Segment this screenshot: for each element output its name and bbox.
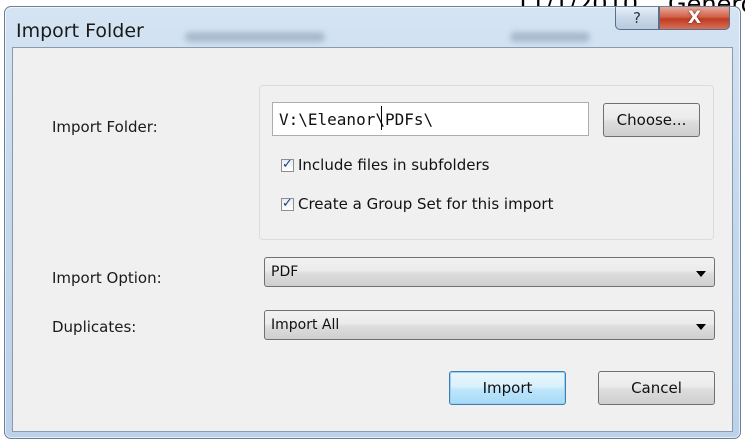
duplicates-label: Duplicates: xyxy=(52,318,137,336)
close-button[interactable]: X xyxy=(659,7,730,30)
import-folder-dialog: Import Folder ? X Import Folder: Choose.… xyxy=(4,6,741,439)
help-button[interactable]: ? xyxy=(615,7,659,30)
import-option-dropdown[interactable]: PDF xyxy=(264,257,715,287)
text-caret xyxy=(381,106,382,130)
chevron-down-icon xyxy=(696,271,706,277)
include-subfolders-row[interactable]: ✓ Include files in subfolders xyxy=(281,156,489,174)
duplicates-value: Import All xyxy=(271,317,340,333)
check-icon: ✓ xyxy=(282,156,293,172)
include-subfolders-label[interactable]: Include files in subfolders xyxy=(298,156,489,174)
background-blur xyxy=(185,32,325,42)
import-option-label: Import Option: xyxy=(52,269,162,287)
choose-button[interactable]: Choose... xyxy=(603,103,700,137)
create-group-set-row[interactable]: ✓ Create a Group Set for this import xyxy=(281,195,553,213)
import-folder-input[interactable] xyxy=(272,102,589,136)
close-icon: X xyxy=(687,8,702,28)
import-option-value: PDF xyxy=(271,264,299,280)
import-button[interactable]: Import xyxy=(449,371,566,405)
import-folder-label: Import Folder: xyxy=(52,118,158,136)
check-icon: ✓ xyxy=(282,195,293,211)
include-subfolders-checkbox[interactable]: ✓ xyxy=(281,156,294,172)
cancel-button[interactable]: Cancel xyxy=(598,371,715,405)
create-group-set-label[interactable]: Create a Group Set for this import xyxy=(298,195,553,213)
help-icon: ? xyxy=(633,9,641,27)
chevron-down-icon xyxy=(696,324,706,330)
dialog-body: Import Folder: Choose... ✓ Include files… xyxy=(12,47,733,432)
create-group-set-checkbox[interactable]: ✓ xyxy=(281,195,294,211)
duplicates-dropdown[interactable]: Import All xyxy=(264,310,715,340)
dialog-title: Import Folder xyxy=(16,20,144,42)
background-blur xyxy=(510,32,590,42)
